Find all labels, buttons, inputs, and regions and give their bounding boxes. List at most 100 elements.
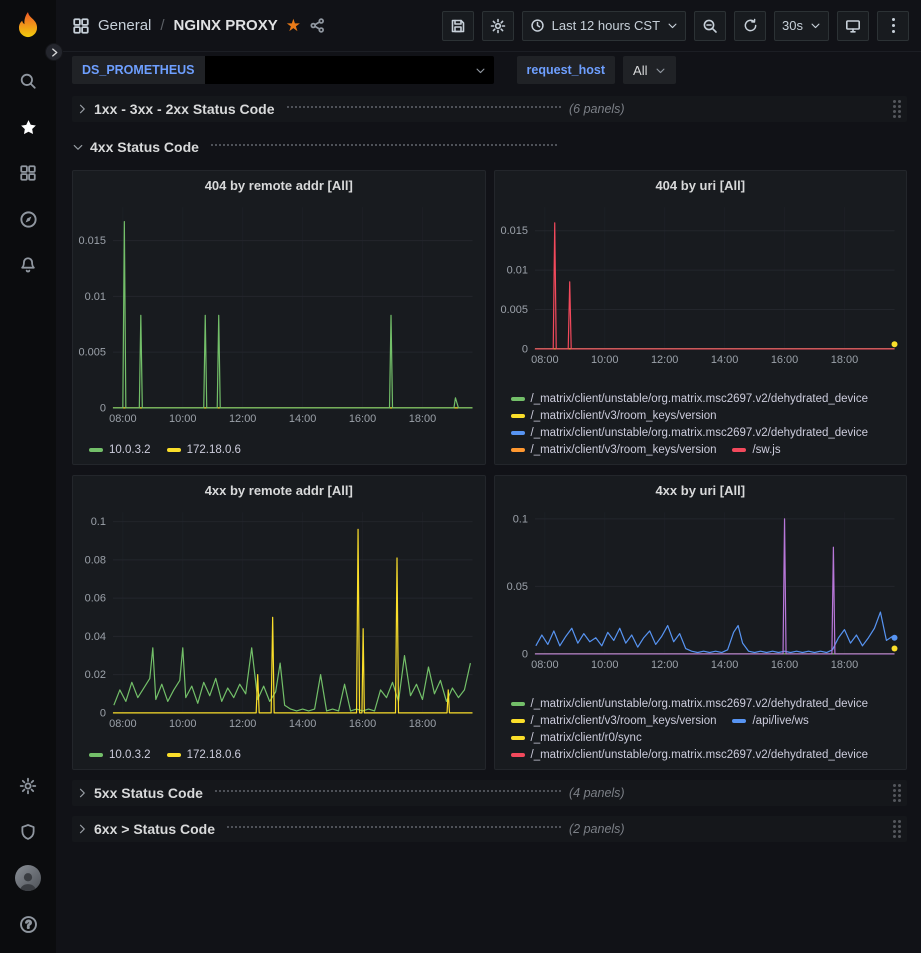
legend-item: /_matrix/client/r0/sync [511, 732, 642, 744]
time-range-picker[interactable]: Last 12 hours CST [522, 11, 686, 41]
panel-404-by-uri: 404 by uri [All] 00.0050.010.01508:0010:… [494, 170, 908, 465]
chevron-down-icon [72, 141, 84, 153]
legend-series-marker [511, 719, 525, 723]
svg-text:10:00: 10:00 [169, 718, 196, 730]
legend-series-marker [89, 753, 103, 757]
legend-series-label[interactable]: /_matrix/client/v3/room_keys/version [531, 444, 717, 456]
svg-text:0.1: 0.1 [91, 516, 106, 528]
dashboard-canvas: 1xx - 3xx - 2xx Status Code (6 panels) 4… [56, 88, 921, 842]
zoom-out-button[interactable] [694, 11, 726, 41]
refresh-interval-picker[interactable]: 30s [774, 11, 829, 41]
svg-text:12:00: 12:00 [229, 413, 256, 425]
svg-text:10:00: 10:00 [591, 354, 618, 366]
legend-series-marker [167, 448, 181, 452]
legend-series-label[interactable]: /_matrix/client/v3/room_keys/version [531, 410, 717, 422]
row-dotted-leader [227, 826, 561, 828]
panel-title[interactable]: 4xx by remote addr [All] [73, 476, 485, 504]
legend-item: /sw.js [732, 444, 780, 456]
more-options-button[interactable] [877, 11, 909, 41]
svg-text:16:00: 16:00 [770, 354, 797, 366]
sidebar-item-explore[interactable] [0, 196, 56, 242]
svg-text:10:00: 10:00 [591, 659, 618, 671]
legend-series-label[interactable]: /_matrix/client/unstable/org.matrix.msc2… [531, 749, 869, 761]
sidebar-item-dashboards[interactable] [0, 150, 56, 196]
sidebar-item-starred[interactable] [0, 104, 56, 150]
grafana-logo[interactable] [11, 10, 45, 44]
legend-series-label[interactable]: /_matrix/client/unstable/org.matrix.msc2… [531, 698, 869, 710]
row-header-6xx[interactable]: 6xx > Status Code (2 panels) [72, 816, 907, 842]
dashboards-grid-icon [19, 164, 37, 182]
datasource-variable-picker[interactable] [205, 56, 494, 84]
svg-text:0.01: 0.01 [85, 291, 106, 303]
row-title: 1xx - 3xx - 2xx Status Code [94, 101, 275, 117]
legend-series-marker [511, 702, 525, 706]
legend-item: /_matrix/client/v3/room_keys/version [511, 410, 717, 422]
chart-legend: 10.0.3.2 172.18.0.6 [73, 442, 485, 464]
clock-icon [530, 18, 545, 33]
panel-title[interactable]: 4xx by uri [All] [495, 476, 907, 504]
sidebar-item-server-admin[interactable] [0, 809, 56, 855]
request-host-variable-picker[interactable]: All [623, 56, 676, 84]
row-header-5xx[interactable]: 5xx Status Code (4 panels) [72, 780, 907, 806]
save-dashboard-button[interactable] [442, 11, 474, 41]
sidebar-item-configuration[interactable] [0, 763, 56, 809]
breadcrumb-folder[interactable]: General [98, 17, 151, 34]
row-drag-handle[interactable] [893, 100, 901, 118]
row-title: 5xx Status Code [94, 785, 203, 801]
kebab-menu-icon [892, 18, 895, 33]
svg-text:0.005: 0.005 [500, 304, 527, 316]
legend-series-label[interactable]: /_matrix/client/unstable/org.matrix.msc2… [531, 393, 869, 405]
timeseries-chart[interactable]: 00.0050.010.01508:0010:0012:0014:0016:00… [73, 199, 485, 426]
legend-series-label[interactable]: 10.0.3.2 [109, 444, 151, 456]
svg-text:?: ? [25, 919, 31, 931]
favorite-star-icon[interactable]: ★ [286, 17, 301, 34]
dashboard-settings-button[interactable] [482, 11, 514, 41]
variables-bar: DS_PROMETHEUS request_host All [56, 52, 921, 88]
svg-text:0.015: 0.015 [500, 225, 527, 237]
legend-item: /_matrix/client/unstable/org.matrix.msc2… [511, 393, 869, 405]
legend-series-marker [732, 719, 746, 723]
sidebar-item-profile[interactable] [0, 855, 56, 901]
legend-series-label[interactable]: /_matrix/client/r0/sync [531, 732, 642, 744]
save-icon [450, 18, 466, 34]
row-drag-handle[interactable] [893, 820, 901, 838]
legend-series-label[interactable]: 172.18.0.6 [187, 444, 241, 456]
sidebar-item-search[interactable] [0, 58, 56, 104]
svg-text:14:00: 14:00 [710, 659, 737, 671]
legend-series-label[interactable]: /_matrix/client/unstable/org.matrix.msc2… [531, 427, 869, 439]
legend-item: 10.0.3.2 [89, 749, 151, 761]
row-header-1xx[interactable]: 1xx - 3xx - 2xx Status Code (6 panels) [72, 96, 907, 122]
svg-text:14:00: 14:00 [289, 413, 316, 425]
legend-series-label[interactable]: 10.0.3.2 [109, 749, 151, 761]
row-drag-handle[interactable] [893, 784, 901, 802]
tv-mode-button[interactable] [837, 11, 869, 41]
chevron-right-icon [76, 823, 88, 835]
timeseries-chart[interactable]: 00.0050.010.01508:0010:0012:0014:0016:00… [495, 199, 907, 367]
sidebar-item-alerting[interactable] [0, 242, 56, 288]
refresh-button[interactable] [734, 11, 766, 41]
sidebar-expand-toggle[interactable] [45, 43, 63, 61]
legend-series-marker [167, 753, 181, 757]
row-header-4xx[interactable]: 4xx Status Code [72, 134, 907, 160]
legend-item: 10.0.3.2 [89, 444, 151, 456]
legend-item: 172.18.0.6 [167, 444, 241, 456]
legend-series-label[interactable]: /api/live/ws [752, 715, 808, 727]
legend-series-marker [511, 431, 525, 435]
panel-title[interactable]: 404 by remote addr [All] [73, 171, 485, 199]
legend-series-label[interactable]: /sw.js [752, 444, 780, 456]
panel-title[interactable]: 404 by uri [All] [495, 171, 907, 199]
legend-series-label[interactable]: 172.18.0.6 [187, 749, 241, 761]
star-icon [19, 118, 38, 137]
request-host-variable-label: request_host [517, 56, 616, 84]
legend-item: /_matrix/client/v3/room_keys/version [511, 444, 717, 456]
legend-series-label[interactable]: /_matrix/client/v3/room_keys/version [531, 715, 717, 727]
topbar: General / NGINX PROXY ★ Last 12 hours CS… [56, 0, 921, 52]
timeseries-chart[interactable]: 00.020.040.060.080.108:0010:0012:0014:00… [73, 504, 485, 731]
timeseries-chart[interactable]: 00.050.108:0010:0012:0014:0016:0018:00 [495, 504, 907, 672]
svg-text:12:00: 12:00 [650, 659, 677, 671]
sidebar-item-help[interactable]: ? [0, 901, 56, 947]
share-icon[interactable] [309, 17, 326, 34]
page-title: NGINX PROXY [174, 17, 278, 34]
svg-text:0: 0 [521, 648, 527, 660]
row-panel-count: (6 panels) [569, 102, 625, 116]
